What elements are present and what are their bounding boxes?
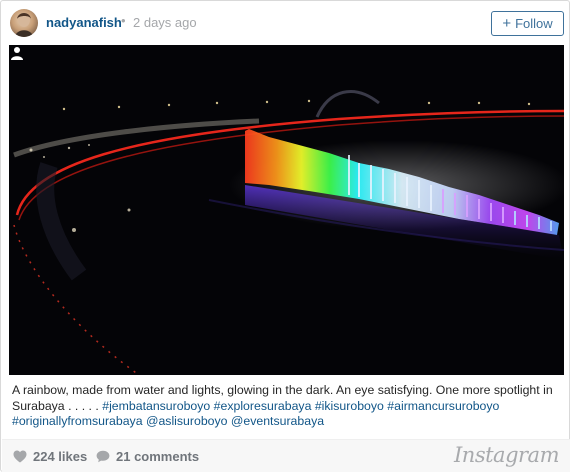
caption-mentions[interactable]: @aslisuroboyo @eventsurabaya <box>146 414 324 428</box>
comments-count[interactable]: 21 comments <box>96 449 199 464</box>
heart-icon <box>13 450 27 463</box>
likes-count[interactable]: 224 likes <box>13 449 87 464</box>
comments-label: 21 comments <box>116 449 200 464</box>
username-link[interactable]: nadyanafish <box>46 15 122 30</box>
follow-label: Follow <box>515 16 553 31</box>
follow-button[interactable]: + Follow <box>491 11 564 36</box>
post-card: nadyanafish • 2 days ago + Follow A rain… <box>0 0 570 472</box>
post-time[interactable]: 2 days ago <box>133 15 197 30</box>
caption-dots: . . . . . <box>68 398 99 413</box>
post-header: nadyanafish • 2 days ago + Follow <box>1 1 570 45</box>
post-caption: A rainbow, made from water and lights, g… <box>12 383 560 430</box>
instagram-logo[interactable]: Instagram <box>454 443 559 467</box>
likes-label: 224 likes <box>33 449 88 464</box>
separator-dot: • <box>121 13 126 28</box>
avatar[interactable] <box>10 9 38 37</box>
comment-icon <box>96 450 110 463</box>
post-footer: 224 likes 21 comments Instagram <box>2 439 570 472</box>
plus-icon: + <box>502 14 512 32</box>
user-tag-icon[interactable] <box>9 45 25 61</box>
post-photo[interactable] <box>9 45 564 375</box>
